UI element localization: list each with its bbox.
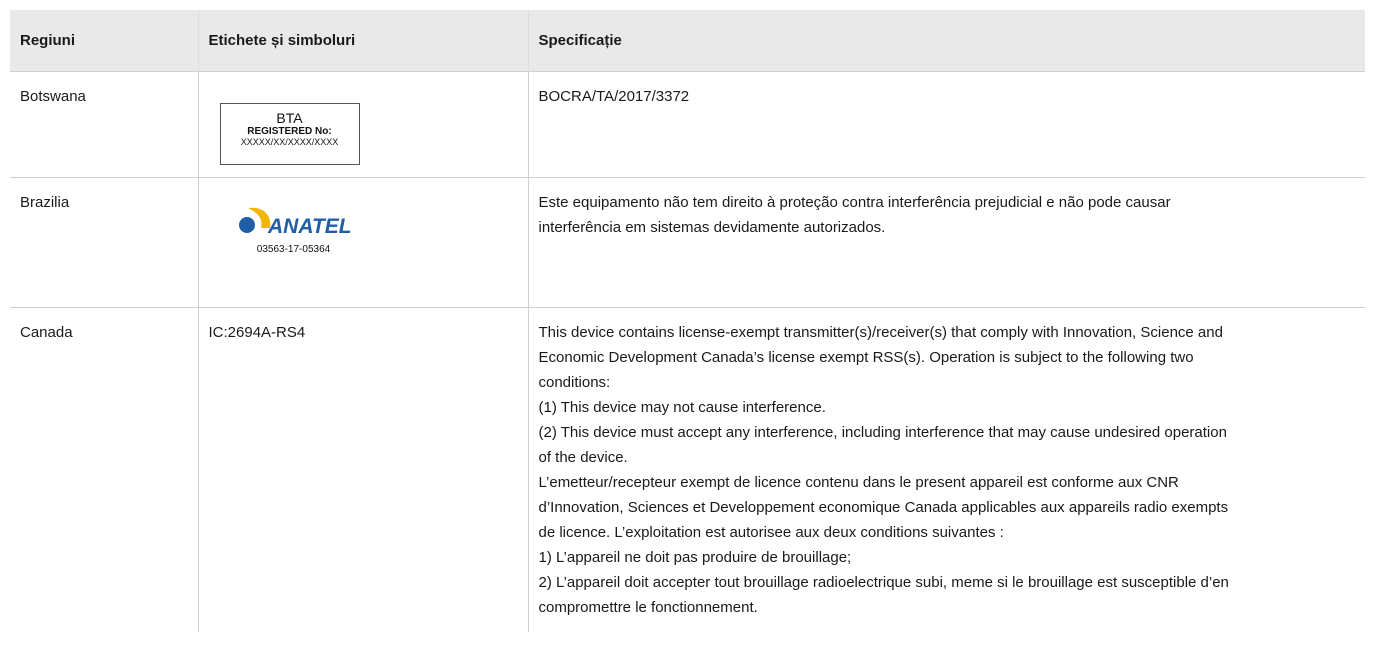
spec-line: (1) This device may not cause interferen… xyxy=(538,398,826,416)
anatel-certification-number: 03563-17-05364 xyxy=(256,243,331,255)
spec-line: 2) L’appareil doit accepter tout brouill… xyxy=(538,573,1229,591)
header-row: Regiuni Etichete și simboluri Specificaț… xyxy=(10,10,1365,71)
spec-line: of the device. xyxy=(538,448,628,466)
label-cell-brazil: ANATEL 03563-17-05364 xyxy=(197,176,528,307)
spec-line: conditions: xyxy=(538,373,611,391)
spec-line: compromettre le fonctionnement. xyxy=(538,598,758,616)
spec-line: 1) L’appareil ne doit pas produire de br… xyxy=(538,548,852,566)
spec-line: interferência em sistemas devidamente au… xyxy=(538,218,886,236)
table-header: Regiuni Etichete și simboluri Specificaț… xyxy=(10,10,1365,71)
spec-line: This device contains license-exempt tran… xyxy=(538,323,1223,341)
bta-title: BTA xyxy=(276,109,303,126)
region-canada: Canada xyxy=(10,306,198,632)
label-cell-botswana: BTA REGISTERED No: XXXXX/XX/XXXX/XXXX xyxy=(197,70,528,177)
spec-line: Este equipamento não tem direito à prote… xyxy=(538,193,1171,211)
header-specification: Specificație xyxy=(527,10,1365,71)
spec-line: L’emetteur/recepteur exempt de licence c… xyxy=(538,473,1179,491)
spec-botswana: BOCRA/TA/2017/3372 xyxy=(527,70,1365,177)
table-row-canada: Canada IC:2694A-RS4 This device contains… xyxy=(10,306,1365,632)
bta-registration-number: XXXXX/XX/XXXX/XXXX xyxy=(240,136,339,147)
table-body: Botswana BTA REGISTERED No: XXXXX/XX/XXX… xyxy=(10,70,1365,632)
spec-line: d’Innovation, Sciences et Developpement … xyxy=(538,498,1229,516)
table-row-brazil: Brazilia ANATEL 03563-17-05364 Este equi… xyxy=(10,176,1365,307)
header-regions: Regiuni xyxy=(20,31,75,49)
table-row-botswana: Botswana BTA REGISTERED No: XXXXX/XX/XXX… xyxy=(10,70,1365,177)
regulatory-table: Regiuni Etichete și simboluri Specificaț… xyxy=(10,10,1365,632)
bta-registration-label: BTA REGISTERED No: XXXXX/XX/XXXX/XXXX xyxy=(219,102,360,165)
anatel-logo: ANATEL 03563-17-05364 xyxy=(229,204,359,256)
label-canada-ic: IC:2694A-RS4 xyxy=(197,306,528,632)
spec-line: Economic Development Canada’s license ex… xyxy=(538,348,1194,366)
spec-line: de licence. L’exploitation est autorisee… xyxy=(538,523,1004,541)
spec-canada: This device contains license-exempt tran… xyxy=(527,306,1365,632)
spec-brazil: Este equipamento não tem direito à prote… xyxy=(527,176,1365,307)
anatel-logo-icon: ANATEL xyxy=(238,207,352,238)
header-labels-symbols: Etichete și simboluri xyxy=(197,10,528,71)
anatel-brand-text: ANATEL xyxy=(267,215,352,238)
region-brazil: Brazilia xyxy=(10,176,198,307)
bta-registered-text: REGISTERED No: xyxy=(247,125,332,137)
regulatory-table-container: Regiuni Etichete și simboluri Specificaț… xyxy=(10,10,1365,632)
spec-line: (2) This device must accept any interfer… xyxy=(538,423,1227,441)
region-botswana: Botswana xyxy=(10,70,198,177)
